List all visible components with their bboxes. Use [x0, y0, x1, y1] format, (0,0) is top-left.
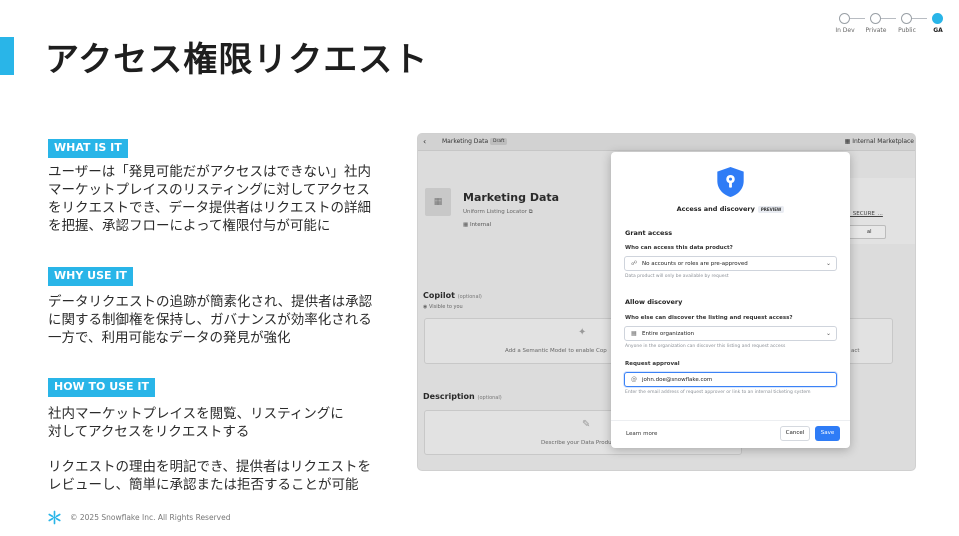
- copilot-visibility: ◉ Visible to you: [423, 304, 463, 310]
- optional-label: (optional): [457, 294, 482, 300]
- how-to-use-it-badge: HOW TO USE IT: [48, 378, 155, 397]
- cancel-button[interactable]: Cancel: [780, 426, 810, 441]
- who-access-question: Who can access this data product?: [625, 245, 733, 251]
- stage-label-active: GA: [933, 27, 943, 34]
- preview-badge: PREVIEW: [757, 205, 785, 213]
- what-is-it-badge: WHAT IS IT: [48, 139, 128, 158]
- what-is-it-text: ユーザーは「発見可能だがアクセスはできない」社内 マーケットプレイスのリスティン…: [48, 164, 372, 234]
- sparkle-icon: ✦: [578, 327, 587, 338]
- chevron-left-icon[interactable]: ‹: [423, 137, 426, 146]
- product-title: Marketing Data: [463, 191, 560, 204]
- internal-marketplace-link[interactable]: ▦ Internal Marketplace: [845, 138, 914, 145]
- at-sign-icon: @: [631, 376, 637, 383]
- stage-dot-private: [870, 13, 881, 24]
- locator-label: Uniform Listing Locator: [463, 209, 527, 215]
- internal-marketplace-label: Internal Marketplace: [852, 138, 914, 145]
- discover-help-text: Anyone in the organization can discover …: [625, 344, 786, 349]
- modal-title: Access and discovery PREVIEW: [611, 205, 850, 213]
- footer: © 2025 Snowflake Inc. All Rights Reserve…: [47, 509, 230, 525]
- stage-label: Private: [865, 27, 887, 34]
- building-icon: ▦: [844, 138, 851, 145]
- optional-label: (optional): [477, 395, 502, 401]
- building-icon: ▦: [463, 222, 469, 228]
- why-use-it-text: データリクエストの追跡が簡素化され、提供者は承認 に関する制御権を保持し、ガバナ…: [48, 294, 373, 346]
- grant-access-heading: Grant access: [625, 229, 673, 237]
- visible-label: Visible to you: [428, 304, 463, 310]
- approver-help-text: Enter the email address of request appro…: [625, 390, 811, 395]
- draft-badge: Draft: [490, 138, 508, 145]
- access-select[interactable]: ☍ No accounts or roles are pre-approved …: [624, 256, 837, 271]
- building-icon: ▦: [631, 330, 637, 337]
- page-title: アクセス権限リクエスト: [45, 40, 429, 80]
- product-locator: Uniform Listing Locator ⧉: [463, 209, 533, 216]
- release-stage-indicator: In Dev Private Public GA: [834, 12, 946, 42]
- chevron-down-icon: ⌄: [825, 260, 831, 267]
- copilot-box-text: Add a Semantic Model to enable Cop: [505, 348, 607, 354]
- discover-select[interactable]: ▦ Entire organization ⌄: [624, 326, 837, 341]
- how-to-use-it-text: 社内マーケットプレイスを閲覧、リスティングに 対してアクセスをリクエストする: [48, 406, 344, 440]
- stage-label: Public: [898, 27, 916, 34]
- title-accent-bar: [0, 37, 14, 75]
- snowflake-icon: [48, 510, 61, 524]
- modal-title-text: Access and discovery: [676, 205, 755, 213]
- copilot-heading: Copilot (optional): [423, 291, 482, 300]
- how-to-use-it-text-2: リクエストの理由を明記でき、提供者はリクエストを レビューし、簡単に承認または拒…: [48, 459, 372, 493]
- access-select-value: No accounts or roles are pre-approved: [642, 261, 748, 267]
- side-card-text: _SECURE_...: [850, 211, 883, 217]
- access-help-text: Data product will only be available by r…: [625, 274, 729, 279]
- description-heading: Description (optional): [423, 392, 502, 401]
- pencil-icon: ✎: [582, 419, 591, 430]
- description-title: Description: [423, 392, 475, 401]
- description-box-text: Describe your Data Produ: [541, 440, 612, 446]
- save-button[interactable]: Save: [815, 426, 840, 441]
- learn-more-link[interactable]: Learn more: [626, 431, 657, 437]
- stage-dot-in-dev: [839, 13, 850, 24]
- copy-icon[interactable]: ⧉: [529, 209, 533, 215]
- lock-icon: ☍: [631, 260, 638, 267]
- shield-lock-icon: [717, 166, 744, 198]
- chevron-down-icon: ⌄: [825, 330, 831, 337]
- approver-input-value: john.doe@snowflake.com: [642, 377, 713, 383]
- stage-dot-ga: [932, 13, 943, 24]
- copilot-box-text-right: act: [851, 348, 860, 354]
- ui-screenshot: ‹ Marketing Data Draft ▦ Internal Market…: [418, 134, 915, 470]
- copilot-title: Copilot: [423, 291, 455, 300]
- request-approval-label: Request approval: [625, 361, 680, 367]
- visibility-label: Internal: [469, 222, 492, 228]
- why-use-it-badge: WHY USE IT: [48, 267, 133, 286]
- listing-name: Marketing Data: [442, 138, 489, 145]
- product-thumbnail-icon: ▦: [425, 188, 451, 216]
- product-visibility: ▦ Internal: [463, 222, 491, 228]
- stage-dot-public: [901, 13, 912, 24]
- discover-select-value: Entire organization: [642, 331, 695, 337]
- access-discovery-modal: Access and discovery PREVIEW Grant access…: [611, 152, 850, 448]
- stage-label: In Dev: [835, 27, 855, 34]
- screenshot-topbar: ‹ Marketing Data Draft ▦ Internal Market…: [418, 134, 915, 151]
- eye-icon: ◉: [423, 304, 428, 310]
- allow-discovery-heading: Allow discovery: [625, 298, 683, 306]
- who-discover-question: Who else can discover the listing and re…: [625, 315, 793, 321]
- approver-input[interactable]: @ john.doe@snowflake.com: [624, 372, 837, 387]
- copyright-text: © 2025 Snowflake Inc. All Rights Reserve…: [70, 512, 231, 522]
